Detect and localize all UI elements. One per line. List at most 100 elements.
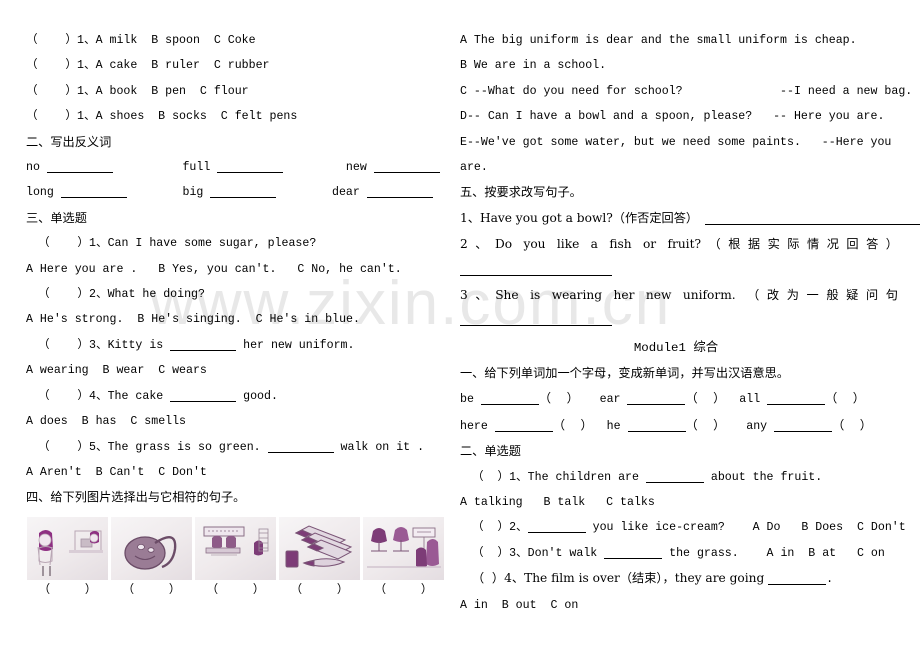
picture-cell-1: （ ） [27, 516, 108, 602]
add-letter-paren-here[interactable]: （ ） [553, 418, 593, 432]
add-letter-paren-all[interactable]: （ ） [825, 391, 865, 405]
add-letter-blank-he[interactable] [627, 430, 686, 432]
mc-question-3-blank[interactable] [170, 349, 237, 351]
antonym-blank-long[interactable] [60, 197, 127, 199]
antonym-blank-full[interactable] [217, 172, 284, 174]
picture-row: （ ） （ ） （ ） （ ） （ ） [26, 516, 452, 602]
module-mc-q4-post: . [826, 573, 834, 587]
picture-answer-5[interactable]: （ ） [363, 580, 444, 602]
module-mc-q2-blank[interactable] [527, 532, 586, 534]
module-title: Module1 综合 [460, 334, 902, 361]
module-mc-question-4: （ ）4、The film is over（结束），they are going… [460, 566, 902, 592]
section-three-heading: 三、单选题 [26, 210, 87, 225]
match-option-e-cont: are. [460, 161, 488, 175]
match-option-d: D-- Can I have a bowl and a spoon, pleas… [460, 110, 885, 124]
picture-answer-3[interactable]: （ ） [195, 580, 276, 602]
listening-choice-4: （ ）1、A shoes B socks C felt pens [26, 110, 298, 124]
mc-question-3-stem-post: her new uniform. [236, 338, 355, 352]
antonym-word-dear: dear [332, 186, 360, 200]
antonym-word-no: no [26, 161, 40, 175]
mc-question-4-stem: （ ）4、The cake good. [26, 384, 452, 409]
worksheet-page: www.zixin.com.cn （ ）1、A milk B spoon C C… [0, 0, 920, 651]
add-letter-row-1: be （ ） ear （ ） all （ ） [460, 386, 902, 412]
add-letter-blank-be[interactable] [480, 404, 539, 406]
add-letter-word-here: here [460, 419, 488, 433]
rewrite-question-2-blank[interactable] [460, 274, 612, 276]
add-letter-blank-here[interactable] [494, 430, 553, 432]
picture-answer-1[interactable]: （ ） [27, 580, 108, 602]
mc-question-5-options: A Aren't B Can't C Don't [26, 465, 207, 479]
add-letter-blank-any[interactable] [774, 430, 833, 432]
section-four-heading: 四、给下列图片选择出与它相符的句子。 [26, 490, 246, 505]
module-mc-q3-post: the grass. A in B at C on [662, 546, 885, 560]
picture-answer-2[interactable]: （ ） [111, 580, 192, 602]
rewrite-question-1: 1、Have you got a bowl?（作否定回答） [460, 206, 920, 232]
mc-question-1-stem: （ ）1、Can I have some sugar, please? [38, 237, 317, 251]
antonym-blank-no[interactable] [46, 172, 113, 174]
add-letter-word-he: he [606, 419, 621, 433]
listening-choice-3: （ ）1、A book B pen C flour [26, 84, 249, 98]
mc-question-5-blank[interactable] [267, 451, 334, 453]
picture-answer-4[interactable]: （ ） [279, 580, 360, 602]
module-mc-q1-blank[interactable] [645, 481, 704, 483]
rewrite-question-2-answer-line [460, 258, 902, 283]
module-mc-q3-blank[interactable] [604, 557, 663, 559]
module-mc-q4-pre: （ ）4、The film is over（结束），they are going [472, 571, 769, 586]
add-letter-word-any: any [746, 419, 768, 433]
mc-question-5-stem-post: walk on it . [333, 440, 425, 454]
module-mc-q2-post: you like ice-cream? A Do B Does C Don't [585, 521, 906, 535]
match-option-b: B We are in a school. [460, 59, 607, 73]
handbag-image [111, 516, 192, 580]
clothes-shop-scene-image [363, 516, 444, 580]
antonym-word-long: long [26, 186, 54, 200]
picture-cell-4: （ ） [279, 516, 360, 602]
match-option-c: C --What do you need for school? --I nee… [460, 84, 913, 98]
rewrite-question-3: 3、She is wearing her new uniform. （改为一般疑… [460, 288, 898, 303]
add-letter-paren-any[interactable]: （ ） [832, 418, 872, 432]
two-column-layout: （ ）1、A milk B spoon C Coke （ ）1、A cake B… [0, 0, 920, 651]
mc-question-3-options: A wearing B wear C wears [26, 364, 207, 378]
antonym-blank-new[interactable] [373, 172, 440, 174]
rewrite-question-1-blank[interactable] [705, 223, 920, 225]
module-mc-q4-blank[interactable] [768, 584, 827, 586]
picture-cell-5: （ ） [363, 516, 444, 602]
add-letter-blank-all[interactable] [767, 404, 826, 406]
add-letter-paren-he[interactable]: （ ） [686, 418, 726, 432]
classroom-scene-image [195, 516, 276, 580]
mc-question-2-options: A He's strong. B He's singing. C He's in… [26, 313, 360, 327]
listening-choice-1: （ ）1、A milk B spoon C Coke [26, 34, 256, 47]
mc-question-5-stem: （ ）5、The grass is so green. walk on it . [26, 435, 452, 460]
shop-counter-scene-image [27, 516, 108, 580]
mc-question-2-stem: （ ）2、What he doing? [38, 288, 205, 302]
picture-cell-3: （ ） [195, 516, 276, 602]
module-title-zh: 综合 [693, 338, 719, 354]
listening-choice-2: （ ）1、A cake B ruler C rubber [26, 59, 270, 73]
add-letter-paren-ear[interactable]: （ ） [685, 391, 725, 405]
add-letter-paren-be[interactable]: （ ） [539, 391, 579, 405]
module-mc-question-3: （ ）3、Don't walk the grass. A in B at C o… [460, 541, 902, 566]
add-letter-word-be: be [460, 393, 474, 407]
right-column: A The big uniform is dear and the small … [452, 0, 920, 651]
mc-question-4-stem-post: good. [236, 389, 278, 403]
antonym-word-full: full [182, 161, 211, 175]
antonym-word-new: new [345, 161, 367, 175]
add-letter-blank-ear[interactable] [627, 404, 686, 406]
antonym-blank-big[interactable] [210, 197, 277, 199]
module-mc-question-2: （ ）2、 you like ice-cream? A Do B Does C … [460, 515, 906, 540]
mc-question-3-stem: （ ）3、Kitty is her new uniform. [26, 333, 452, 358]
match-option-e: E--We've got some water, but we need som… [460, 135, 892, 149]
mc-question-4-blank[interactable] [170, 400, 237, 402]
left-column: （ ）1、A milk B spoon C Coke （ ）1、A cake B… [0, 0, 452, 651]
module-mc-q1-pre: （ ）1、The children are [472, 470, 646, 484]
module-section-two-heading: 二、单选题 [460, 444, 521, 459]
rewrite-question-3-blank[interactable] [460, 325, 612, 327]
mc-question-5-stem-pre: （ ）5、The grass is so green. [38, 440, 268, 454]
mc-question-3-stem-pre: （ ）3、Kitty is [38, 338, 171, 352]
antonym-blank-dear[interactable] [366, 197, 433, 199]
rewrite-question-3-answer-line [460, 308, 902, 333]
mc-question-4-options: A does B has C smells [26, 415, 187, 429]
section-five-heading: 五、按要求改写句子。 [460, 185, 582, 200]
add-letter-word-ear: ear [599, 393, 621, 407]
mc-question-1-options: A Here you are . B Yes, you can't. C No,… [26, 262, 402, 276]
match-option-a: A The big uniform is dear and the small … [460, 34, 857, 47]
